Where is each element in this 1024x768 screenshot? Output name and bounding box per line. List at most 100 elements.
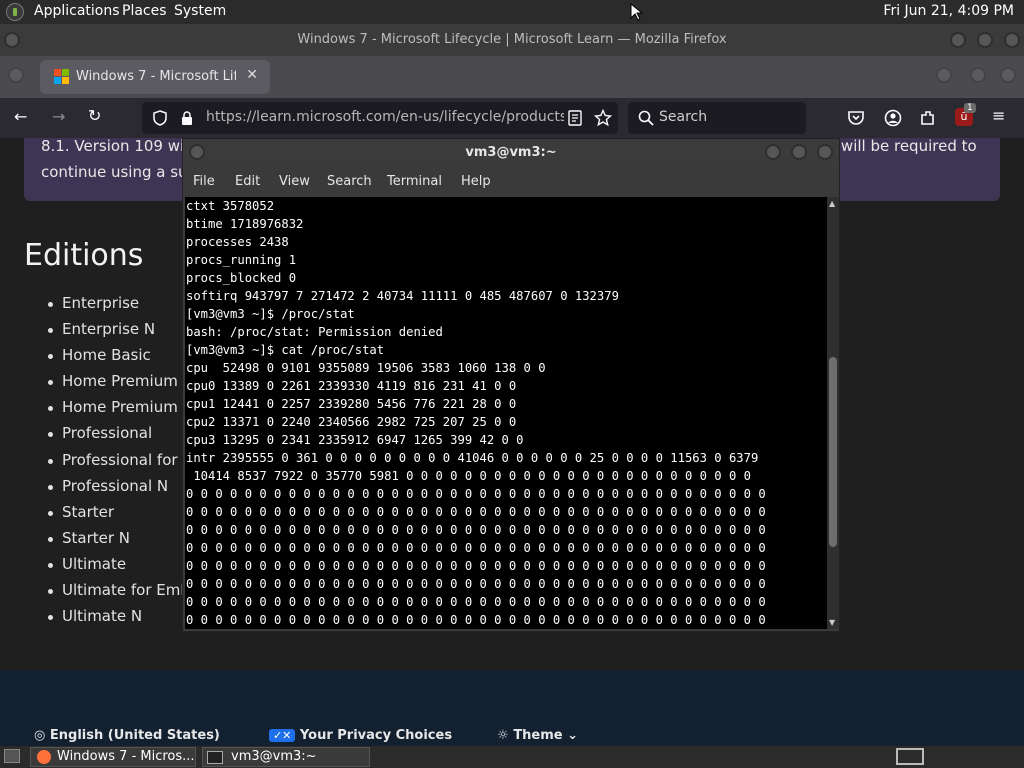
menu-applications[interactable]: Applications: [34, 3, 120, 19]
list-item: Ultimate N: [48, 607, 194, 633]
window-title: Windows 7 - Microsoft Lifecycle | Micros…: [297, 32, 727, 47]
banner-text-line1-right: r will be required to: [830, 137, 977, 155]
terminal-maximize-button[interactable]: [791, 144, 807, 160]
account-icon[interactable]: [883, 108, 903, 128]
menu-search[interactable]: Search: [327, 174, 372, 189]
show-desktop-icon[interactable]: [4, 749, 20, 763]
menu-help[interactable]: Help: [461, 174, 491, 189]
terminal-line: 0 0 0 0 0 0 0 0 0 0 0 0 0 0 0 0 0 0 0 0 …: [186, 613, 766, 627]
terminal-minimize-button[interactable]: [765, 144, 781, 160]
list-item: Starter: [48, 503, 194, 529]
extension-badge: 1: [964, 103, 976, 113]
maximize-button[interactable]: [977, 32, 993, 48]
menu-view[interactable]: View: [279, 174, 310, 189]
workspace-switcher[interactable]: [896, 748, 924, 765]
terminal-line: 0 0 0 0 0 0 0 0 0 0 0 0 0 0 0 0 0 0 0 0 …: [186, 595, 766, 609]
terminal-scrollbar[interactable]: ▲ ▼: [827, 197, 839, 629]
terminal-line: cpu2 13371 0 2240 2340566 2982 725 207 2…: [186, 415, 517, 429]
forward-icon[interactable]: →: [52, 107, 65, 126]
shield-icon[interactable]: [152, 110, 168, 126]
terminal-line: [vm3@vm3 ~]$ cat /proc/stat: [186, 343, 385, 357]
scrollbar-thumb[interactable]: [829, 357, 837, 547]
tab-close-window-icon[interactable]: [1000, 67, 1016, 83]
reload-icon[interactable]: ↻: [88, 106, 101, 125]
lock-icon[interactable]: [180, 110, 194, 126]
window-menu-button[interactable]: [4, 32, 20, 48]
scroll-up-arrow-icon[interactable]: ▲: [829, 199, 835, 208]
sun-icon: ☼: [497, 728, 509, 743]
list-item: Professional: [48, 424, 194, 450]
menu-edit[interactable]: Edit: [235, 174, 260, 189]
minimize-button[interactable]: [950, 32, 966, 48]
terminal-line: bash: /proc/stat: Permission denied: [186, 325, 443, 339]
terminal-line: cpu 52498 0 9101 9355089 19506 3583 1060…: [186, 361, 546, 375]
bookmark-star-icon[interactable]: [594, 109, 612, 127]
terminal-line: [vm3@vm3 ~]$ /proc/stat: [186, 307, 355, 321]
terminal-line: 0 0 0 0 0 0 0 0 0 0 0 0 0 0 0 0 0 0 0 0 …: [186, 559, 766, 573]
microsoft-logo-icon: [54, 69, 70, 85]
list-item: Home Basic: [48, 346, 194, 372]
tab-close-icon[interactable]: ✕: [246, 67, 258, 83]
url-bar[interactable]: https://learn.microsoft.com/en-us/lifecy…: [142, 102, 618, 134]
globe-icon: ◎: [34, 728, 46, 743]
taskbar-item-label: Windows 7 - Micros...: [57, 749, 195, 764]
list-item: Enterprise N: [48, 320, 194, 346]
firefox-titlebar: Windows 7 - Microsoft Lifecycle | Micros…: [0, 24, 1024, 56]
terminal-line: ctxt 3578052: [186, 199, 275, 213]
mouse-pointer-icon: [630, 3, 644, 21]
list-item: Professional for E: [48, 451, 194, 477]
theme-button[interactable]: Theme: [513, 728, 562, 743]
list-item: Ultimate: [48, 555, 194, 581]
reader-view-icon[interactable]: [568, 110, 582, 126]
terminal-titlebar: vm3@vm3:~: [183, 139, 839, 167]
search-bar[interactable]: Search: [628, 102, 806, 134]
extensions-icon[interactable]: [918, 108, 938, 128]
menu-places[interactable]: Places: [122, 3, 167, 19]
terminal-lines: ctxt 3578052 btime 1718976832 processes 24…: [185, 197, 827, 629]
pocket-icon[interactable]: [846, 108, 866, 128]
close-button[interactable]: [1004, 32, 1020, 48]
menu-system[interactable]: System: [174, 3, 226, 19]
privacy-choices-link[interactable]: Your Privacy Choices: [300, 728, 452, 743]
terminal-line: 0 0 0 0 0 0 0 0 0 0 0 0 0 0 0 0 0 0 0 0 …: [186, 487, 766, 501]
firefox-view-icon[interactable]: [8, 67, 24, 83]
tab-list-icon[interactable]: [936, 67, 952, 83]
distro-logo-icon[interactable]: [6, 3, 24, 21]
clock[interactable]: Fri Jun 21, 4:09 PM: [883, 3, 1014, 19]
list-item: Starter N: [48, 529, 194, 555]
terminal-window-menu-button[interactable]: [189, 144, 205, 160]
url-text: https://learn.microsoft.com/en-us/lifecy…: [206, 109, 564, 125]
taskbar-item-label: vm3@vm3:~: [231, 749, 317, 764]
terminal-line: 10414 8537 7922 0 35770 5981 0 0 0 0 0 0…: [186, 469, 751, 483]
terminal-line: 0 0 0 0 0 0 0 0 0 0 0 0 0 0 0 0 0 0 0 0 …: [186, 523, 766, 537]
terminal-close-button[interactable]: [817, 144, 833, 160]
editions-heading: Editions: [24, 238, 144, 273]
footer-links: ◎ English (United States) ✓✕ Your Privac…: [34, 728, 578, 743]
back-icon[interactable]: ←: [14, 107, 27, 126]
list-item: Professional N: [48, 477, 194, 503]
banner-text-line1: 8.1. Version 109 will: [41, 137, 193, 155]
banner-text-line2: continue using a sup: [41, 163, 198, 181]
taskbar-item-terminal[interactable]: vm3@vm3:~: [202, 747, 370, 767]
terminal-output[interactable]: ctxt 3578052 btime 1718976832 processes 24…: [185, 197, 827, 629]
list-item: Enterprise: [48, 294, 194, 320]
privacy-toggle-icon: ✓✕: [268, 729, 296, 742]
hamburger-menu-icon[interactable]: ≡: [992, 106, 1005, 125]
terminal-line: cpu1 12441 0 2257 2339280 5456 776 221 2…: [186, 397, 517, 411]
bottom-panel: Windows 7 - Micros... vm3@vm3:~: [0, 746, 1024, 768]
taskbar-item-firefox[interactable]: Windows 7 - Micros...: [30, 747, 196, 767]
scroll-down-arrow-icon[interactable]: ▼: [829, 618, 835, 627]
terminal-window[interactable]: vm3@vm3:~ File Edit View Search Terminal…: [182, 138, 840, 632]
menu-terminal[interactable]: Terminal: [387, 174, 442, 189]
firefox-icon: [37, 750, 51, 764]
menu-file[interactable]: File: [193, 174, 215, 189]
terminal-line: procs_blocked 0: [186, 271, 297, 285]
language-link[interactable]: English (United States): [50, 728, 220, 743]
terminal-line: btime 1718976832: [186, 217, 304, 231]
terminal-line: processes 2438: [186, 235, 289, 249]
tab-windows7[interactable]: Windows 7 - Microsoft Lifecy ✕: [40, 60, 270, 94]
chevron-down-icon[interactable]: ⌄: [567, 728, 578, 743]
tab-minimize-icon[interactable]: [970, 67, 986, 83]
terminal-line: cpu3 13295 0 2341 2335912 6947 1265 399 …: [186, 433, 524, 447]
list-item: Home Premium: [48, 372, 194, 398]
